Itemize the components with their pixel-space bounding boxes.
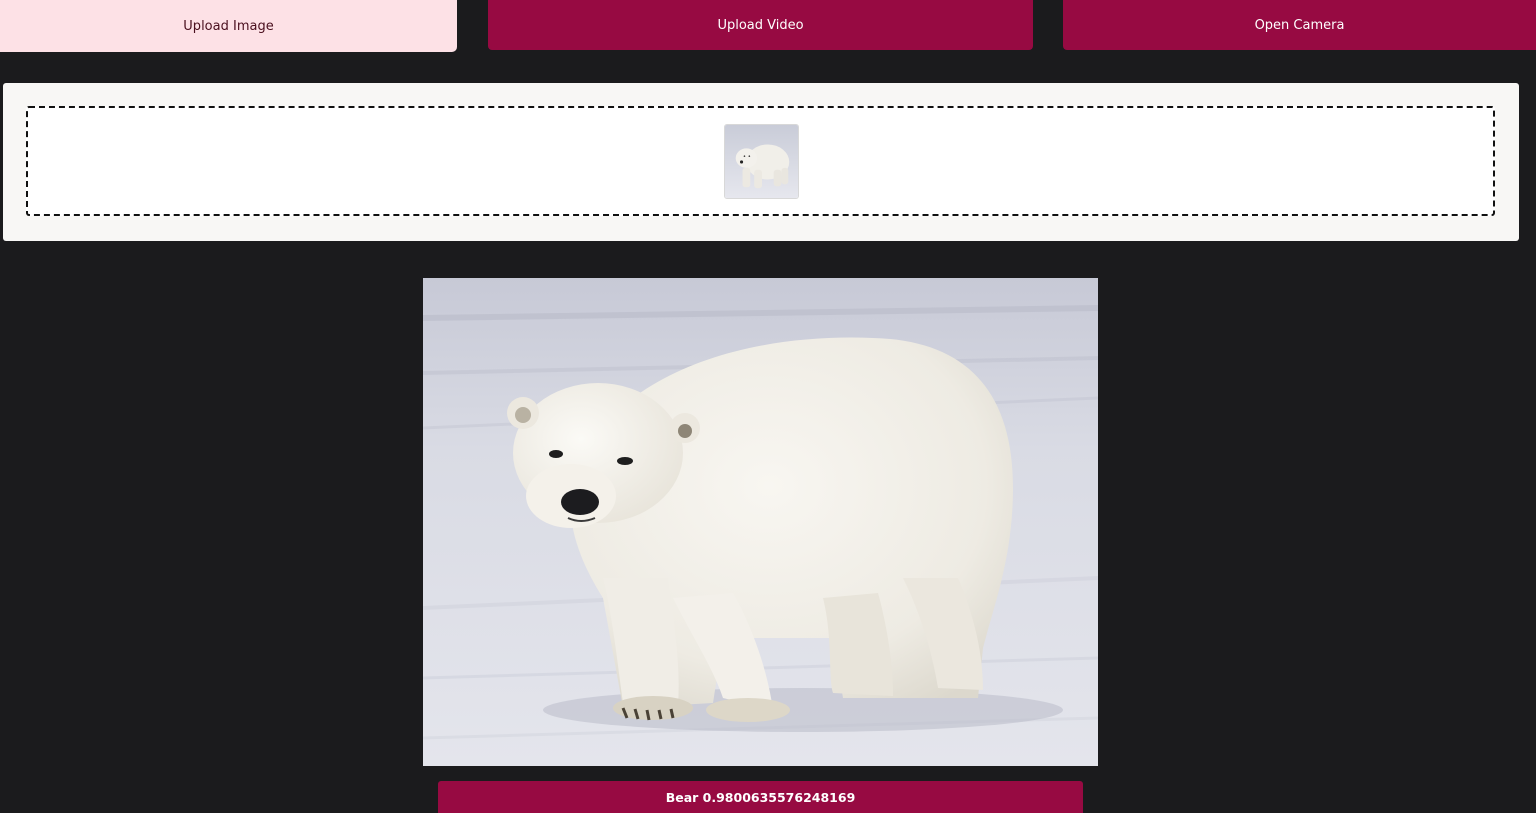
upload-image-tab[interactable]: Upload Image	[0, 0, 457, 52]
upload-video-tab-label: Upload Video	[717, 17, 804, 33]
uploaded-image-preview	[423, 278, 1098, 766]
open-camera-tab-label: Open Camera	[1254, 17, 1345, 33]
upload-image-tab-label: Upload Image	[183, 18, 274, 34]
polar-bear-image	[423, 278, 1098, 766]
open-camera-tab[interactable]: Open Camera	[1063, 0, 1536, 50]
app-page: Upload Image Upload Video Open Camera Be…	[0, 0, 1536, 813]
uploaded-image-thumbnail[interactable]	[724, 124, 799, 199]
image-dropzone[interactable]	[26, 106, 1495, 216]
prediction-result-text: Bear 0.9800635576248169	[665, 789, 856, 805]
polar-bear-thumbnail-image	[725, 125, 798, 198]
prediction-result: Bear 0.9800635576248169	[438, 781, 1083, 813]
upload-panel	[3, 83, 1519, 241]
upload-video-tab[interactable]: Upload Video	[488, 0, 1033, 50]
